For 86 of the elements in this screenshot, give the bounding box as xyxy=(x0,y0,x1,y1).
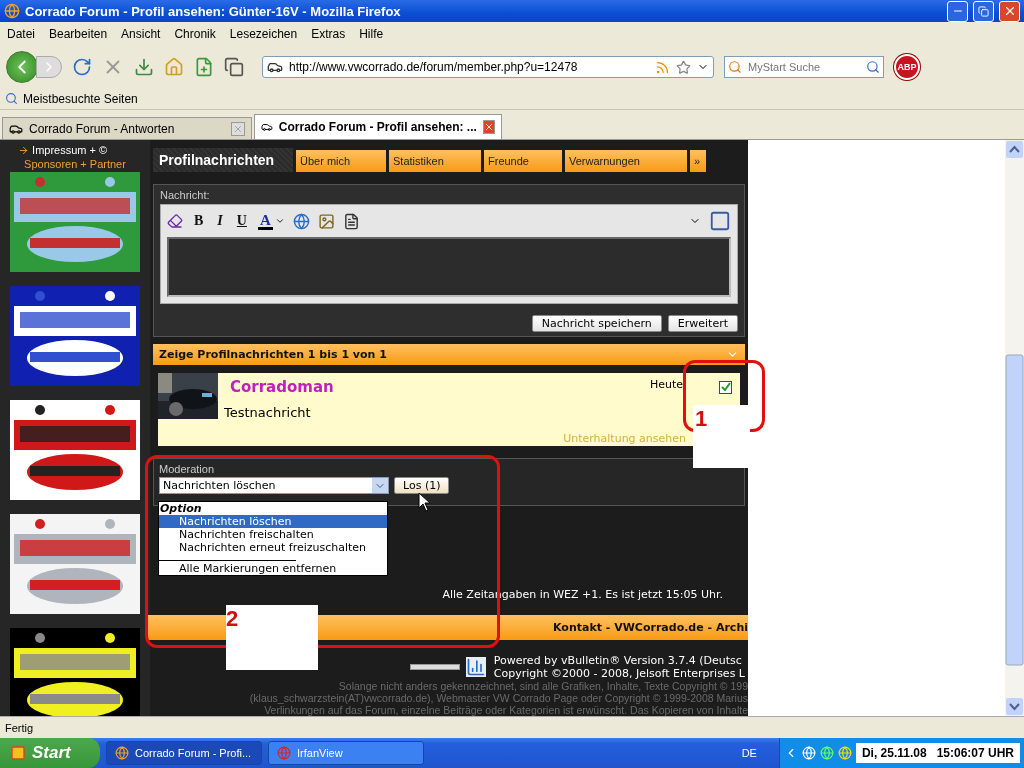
message-label: Nachricht: xyxy=(160,189,211,201)
profile-tab[interactable]: Profilnachrichten xyxy=(153,148,293,172)
format-button[interactable]: U xyxy=(233,213,250,229)
browser-tab[interactable]: Corrado Forum - Profil ansehen: ... xyxy=(254,114,502,139)
copy-icon[interactable] xyxy=(224,57,244,77)
taskbar-item[interactable]: IrfanView xyxy=(268,741,424,765)
format-button[interactable]: B xyxy=(191,213,207,229)
clock: Di, 25.11.08 15:06:07 UHR xyxy=(855,743,1020,763)
profile-tab[interactable]: » xyxy=(690,150,706,172)
author-name[interactable]: Corradoman xyxy=(226,377,650,396)
credit-text: Copyright ©2000 - 2008, Jelsoft Enterprises L xyxy=(493,667,745,680)
restore-icon xyxy=(978,5,989,17)
menu-item[interactable]: Ansicht xyxy=(121,27,161,41)
annotation-number: 1 xyxy=(695,406,708,432)
select-checkbox[interactable] xyxy=(719,380,732,394)
profile-tab[interactable]: Über mich xyxy=(296,150,386,172)
language-indicator[interactable]: DE xyxy=(741,747,757,759)
moderation-label: Moderation xyxy=(159,463,216,476)
meter-icon xyxy=(409,664,460,670)
dropdown-option[interactable]: Nachrichten löschen xyxy=(159,515,387,529)
cursor-icon xyxy=(418,492,430,513)
app-icon xyxy=(115,746,129,760)
star-icon[interactable] xyxy=(676,59,691,75)
menu-item[interactable]: Lesezeichen xyxy=(229,27,298,41)
tab-close-button[interactable] xyxy=(482,120,495,134)
browser-logo-icon xyxy=(4,3,20,19)
mode-toggle-icon[interactable] xyxy=(709,210,731,232)
add-page-icon[interactable] xyxy=(194,57,214,77)
scrollbar[interactable] xyxy=(1005,140,1024,716)
windows-logo-icon xyxy=(10,745,26,761)
copyright-text: Verlinkungen auf das Forum, einzelne Beiträge oder Kategorien ist erwünscht. Das Kopieren von Inhalte xyxy=(264,704,748,716)
profile-tab[interactable]: Statistiken xyxy=(389,150,481,172)
copyright-text: (klaus_schwarzstein(AT)vwcorrado.de), Webmaster VW Corrado Page oder Copyright © 1999-2008 Marius xyxy=(249,692,748,704)
remove-format-icon[interactable] xyxy=(167,213,183,229)
message-date: Heute xyxy=(649,377,683,391)
adblock-button[interactable]: ABP xyxy=(894,54,920,80)
minimize-button[interactable] xyxy=(947,0,968,22)
menu-item[interactable]: Datei xyxy=(7,27,35,41)
close-button[interactable] xyxy=(999,0,1020,22)
address-bar[interactable]: http://www.vwcorrado.de/forum/member.php?u=12478 xyxy=(262,56,714,78)
profile-tab[interactable]: Freunde xyxy=(484,150,562,172)
annotation-number: 2 xyxy=(226,606,239,632)
arrow-icon xyxy=(18,144,30,156)
rss-icon[interactable] xyxy=(655,59,670,75)
back-button[interactable] xyxy=(6,51,38,83)
window-title: Corrado Forum - Profil ansehen: Günter-16V - Mozilla Firefox xyxy=(25,3,402,19)
reload-icon[interactable] xyxy=(72,57,92,77)
messages-header: Zeige Profilnachrichten 1 bis 1 von 1 xyxy=(159,347,387,361)
menu-item[interactable]: Hilfe xyxy=(359,27,384,41)
browser-tab[interactable]: Corrado Forum - Antworten xyxy=(2,117,252,139)
download-icon[interactable] xyxy=(134,57,154,77)
search-engine-icon[interactable] xyxy=(728,60,742,74)
font-color-button[interactable]: A xyxy=(257,212,273,230)
menu-item[interactable]: Chronik xyxy=(174,27,216,41)
image-icon[interactable] xyxy=(317,212,335,230)
credit-text: Powered by vBulletin® Version 3.7.4 (Deutsc xyxy=(493,654,743,667)
go-button[interactable]: Los (1) xyxy=(394,477,450,495)
option-group-label: Option xyxy=(159,502,203,516)
copyright-text: Solange nicht anders gekennzeichnet, sind alle Grafiken, Inhalte, Texte Copyright © 199 xyxy=(338,680,748,692)
caret-icon[interactable] xyxy=(274,216,285,226)
message-text: Testnachricht xyxy=(224,404,311,420)
impressum-link[interactable]: Impressum + © xyxy=(18,144,108,156)
close-icon xyxy=(483,122,494,132)
chart-icon[interactable] xyxy=(465,657,486,677)
footer-links[interactable]: Kontakt - VWCorrado.de - Archi xyxy=(553,621,748,635)
status-text: Fertig xyxy=(5,721,34,734)
editor-button[interactable]: Nachricht speichern xyxy=(531,315,662,332)
maximize-button[interactable] xyxy=(973,0,994,22)
search-bar[interactable]: MyStart Suche xyxy=(724,56,884,78)
bookmark-item[interactable]: Meistbesuchte Seiten xyxy=(23,91,138,106)
menu-item[interactable]: Bearbeiten xyxy=(49,27,108,41)
close-icon xyxy=(233,123,243,134)
search-icon xyxy=(5,92,18,105)
menu-item[interactable]: Extras xyxy=(311,27,346,41)
format-button[interactable]: I xyxy=(214,213,226,229)
taskbar-item[interactable]: Corrado Forum - Profi... xyxy=(106,741,262,765)
message-input[interactable] xyxy=(167,237,731,297)
app-icon xyxy=(277,746,291,760)
search-icon[interactable] xyxy=(866,60,880,74)
url-text: http://www.vwcorrado.de/forum/member.php?u=12478 xyxy=(289,60,579,74)
moderation-select[interactable]: Nachrichten löschen xyxy=(159,477,389,495)
globe-icon[interactable] xyxy=(292,212,310,230)
document-icon[interactable] xyxy=(342,212,360,230)
sponsor-heading: Sponsoren + Partner xyxy=(24,158,126,170)
profile-tab[interactable]: Verwarnungen xyxy=(565,150,687,172)
editor-button[interactable]: Erweitert xyxy=(667,315,738,332)
